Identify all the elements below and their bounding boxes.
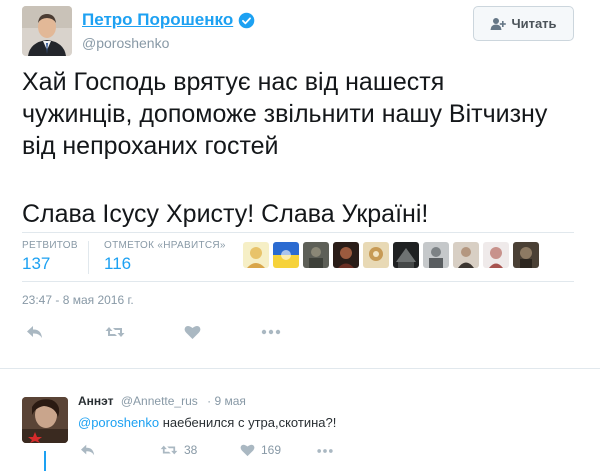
tweet-text-line-4: Слава Ісусу Христу! Слава Україні! bbox=[22, 200, 429, 228]
more-icon bbox=[317, 449, 333, 453]
follow-person-icon bbox=[490, 17, 507, 30]
liker-avatar[interactable] bbox=[483, 242, 509, 268]
follow-button[interactable]: Читать bbox=[473, 6, 574, 41]
author-name-line: Петро Порошенко bbox=[82, 10, 255, 30]
liker-avatar[interactable] bbox=[333, 242, 359, 268]
thread-connector-line bbox=[44, 451, 46, 471]
tweet-text-line-3: від непроханих гостей bbox=[22, 132, 279, 160]
reply-button[interactable] bbox=[26, 324, 44, 340]
reply-author-handle[interactable]: @Annette_rus bbox=[121, 394, 198, 408]
reply-author-avatar[interactable] bbox=[22, 397, 68, 443]
reply-time[interactable]: · 9 мая bbox=[207, 394, 246, 408]
reply-retweet-count: 38 bbox=[184, 443, 198, 457]
liker-avatar[interactable] bbox=[423, 242, 449, 268]
retweet-stat-value: 137 bbox=[22, 254, 51, 273]
reply-like-button[interactable]: 169 bbox=[240, 443, 281, 457]
heart-icon bbox=[240, 444, 255, 457]
author-handle[interactable]: @poroshenko bbox=[82, 35, 169, 51]
author-avatar[interactable] bbox=[22, 6, 72, 56]
liker-avatar[interactable] bbox=[393, 242, 419, 268]
retweet-icon bbox=[105, 327, 125, 337]
reply-reply-button[interactable] bbox=[80, 443, 96, 457]
stats-top-divider bbox=[22, 232, 574, 233]
reply-author-name[interactable]: Аннэт bbox=[78, 394, 114, 408]
author-display-name[interactable]: Петро Порошенко bbox=[82, 10, 233, 30]
retweet-stat-label: РЕТВИТОВ bbox=[22, 240, 78, 251]
liker-avatar[interactable] bbox=[513, 242, 539, 268]
like-stat[interactable]: ОТМЕТОК «НРАВИТСЯ» 116 bbox=[104, 240, 226, 274]
retweet-icon bbox=[160, 445, 178, 455]
tweet-text: Хай Господь врятує нас від нашестя чужин… bbox=[22, 66, 592, 230]
reply-text: @poroshenko наебенился с утра,скотина?! bbox=[78, 415, 336, 430]
tweet-text-line-1: Хай Господь врятує нас від нашестя bbox=[22, 68, 445, 96]
verified-badge-icon bbox=[238, 12, 255, 28]
liker-avatar[interactable] bbox=[273, 242, 299, 268]
heart-icon bbox=[184, 325, 201, 339]
reply-more-button[interactable] bbox=[316, 446, 334, 456]
reply-icon bbox=[27, 326, 42, 338]
reply-tweet: Аннэт @Annette_rus · 9 мая @poroshenko н… bbox=[0, 368, 600, 471]
more-icon bbox=[261, 329, 281, 335]
stats-separator bbox=[88, 241, 89, 274]
retweet-button[interactable] bbox=[105, 324, 125, 340]
like-stat-label: ОТМЕТОК «НРАВИТСЯ» bbox=[104, 240, 226, 251]
like-stat-value: 116 bbox=[104, 254, 132, 273]
tweet-text-line-2: чужинців, допоможе звільнити нашу Вітчиз… bbox=[22, 100, 548, 128]
reply-header: Аннэт @Annette_rus · 9 мая bbox=[78, 394, 246, 408]
tweet-timestamp[interactable]: 23:47 - 8 мая 2016 г. bbox=[22, 293, 134, 307]
reply-icon bbox=[81, 444, 95, 456]
reply-like-count: 169 bbox=[261, 443, 282, 457]
retweet-stat[interactable]: РЕТВИТОВ 137 bbox=[22, 240, 78, 274]
like-button[interactable] bbox=[184, 324, 201, 340]
more-button[interactable] bbox=[261, 326, 281, 338]
main-tweet: Петро Порошенко @poroshenko Читать Хай Г… bbox=[0, 0, 600, 368]
follow-button-label: Читать bbox=[511, 16, 557, 31]
liker-avatar[interactable] bbox=[303, 242, 329, 268]
reply-retweet-button[interactable]: 38 bbox=[160, 443, 197, 457]
liker-avatar[interactable] bbox=[453, 242, 479, 268]
liker-avatar[interactable] bbox=[363, 242, 389, 268]
liker-avatar[interactable] bbox=[243, 242, 269, 268]
reply-text-body: наебенился с утра,скотина?! bbox=[159, 415, 337, 430]
reply-mention-link[interactable]: @poroshenko bbox=[78, 415, 159, 430]
liker-avatars bbox=[243, 242, 543, 268]
stats-bottom-divider bbox=[22, 281, 574, 282]
